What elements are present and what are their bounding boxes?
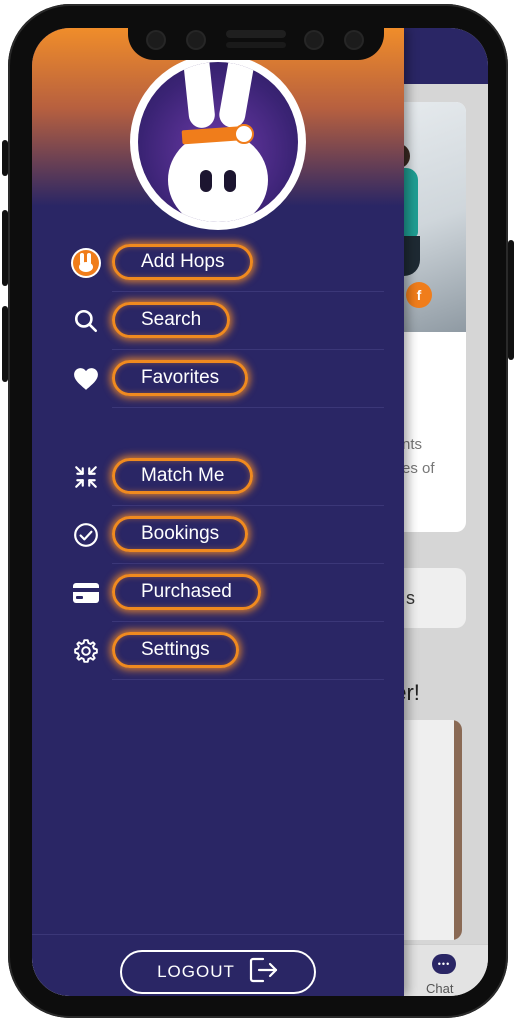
menu-divider: [112, 407, 384, 408]
phone-volume-up: [2, 210, 8, 286]
menu-item-bookings[interactable]: Bookings: [32, 506, 404, 564]
bunny-ear: [181, 62, 217, 130]
menu-item-search[interactable]: Search: [32, 292, 404, 350]
gear-icon: [72, 637, 100, 665]
bunny-eye: [200, 170, 212, 192]
phone-screen: f nts es of s ner! ••• Chat: [32, 28, 488, 996]
phone-side-button: [2, 140, 8, 176]
front-sensor: [188, 32, 204, 48]
menu-item-highlight: Purchased: [112, 574, 261, 610]
menu-item-add-hops[interactable]: Add Hops: [32, 234, 404, 292]
bunny-head: [168, 132, 268, 222]
logout-label: LOGOUT: [157, 962, 235, 981]
menu-item-label: Favorites: [141, 367, 220, 388]
logout-icon: [249, 957, 279, 988]
section-button-label: s: [406, 588, 415, 608]
phone-power-button: [508, 240, 514, 360]
hops-badge-icon: f: [406, 282, 432, 308]
check-circle-icon: [72, 521, 100, 549]
menu-item-label: Settings: [141, 639, 210, 660]
heart-icon: [72, 365, 100, 393]
menu-item-settings[interactable]: Settings: [32, 622, 404, 680]
menu-item-highlight: Bookings: [112, 516, 249, 552]
earpiece-speaker: [226, 30, 286, 38]
card-text-line: es of: [402, 460, 435, 477]
phone-volume-down: [2, 306, 8, 382]
menu-divider: [112, 679, 384, 680]
hops-logo-icon: [72, 249, 100, 277]
menu-item-highlight: Add Hops: [112, 244, 254, 280]
trainer-photo-edge: [454, 720, 462, 940]
bunny-eye: [224, 170, 236, 192]
drawer-footer-divider: [32, 934, 404, 935]
menu-item-label: Bookings: [141, 523, 220, 544]
side-drawer: Add Hops Search Favorites Match Me Booki…: [32, 28, 404, 996]
earpiece-grille: [226, 42, 286, 48]
menu-item-highlight: Search: [112, 302, 231, 338]
headband-badge-icon: [234, 124, 254, 144]
bunny-logo-icon: [138, 62, 298, 222]
face-id-sensor: [346, 32, 362, 48]
phone-notch: [128, 20, 384, 60]
menu-item-purchased[interactable]: Purchased: [32, 564, 404, 622]
menu-item-label: Add Hops: [141, 251, 225, 272]
search-icon: [72, 307, 100, 335]
chat-icon[interactable]: •••: [432, 954, 456, 974]
front-camera: [148, 32, 164, 48]
menu-item-highlight: Match Me: [112, 458, 254, 494]
match-arrows-icon: [72, 463, 100, 491]
menu-item-favorites[interactable]: Favorites: [32, 350, 404, 408]
bunny-ear: [217, 62, 257, 130]
menu-item-label: Match Me: [141, 465, 225, 486]
menu-item-highlight: Settings: [112, 632, 239, 668]
credit-card-icon: [72, 579, 100, 607]
menu-item-highlight: Favorites: [112, 360, 249, 396]
proximity-sensor: [306, 32, 322, 48]
tab-chat-label[interactable]: Chat: [426, 981, 453, 996]
app-logo: [130, 54, 306, 230]
card-text-line: nts: [402, 436, 423, 453]
menu-item-label: Search: [141, 309, 202, 330]
menu-item-label: Purchased: [141, 581, 232, 602]
logout-button[interactable]: LOGOUT: [120, 950, 316, 994]
menu-item-match-me[interactable]: Match Me: [32, 448, 404, 506]
